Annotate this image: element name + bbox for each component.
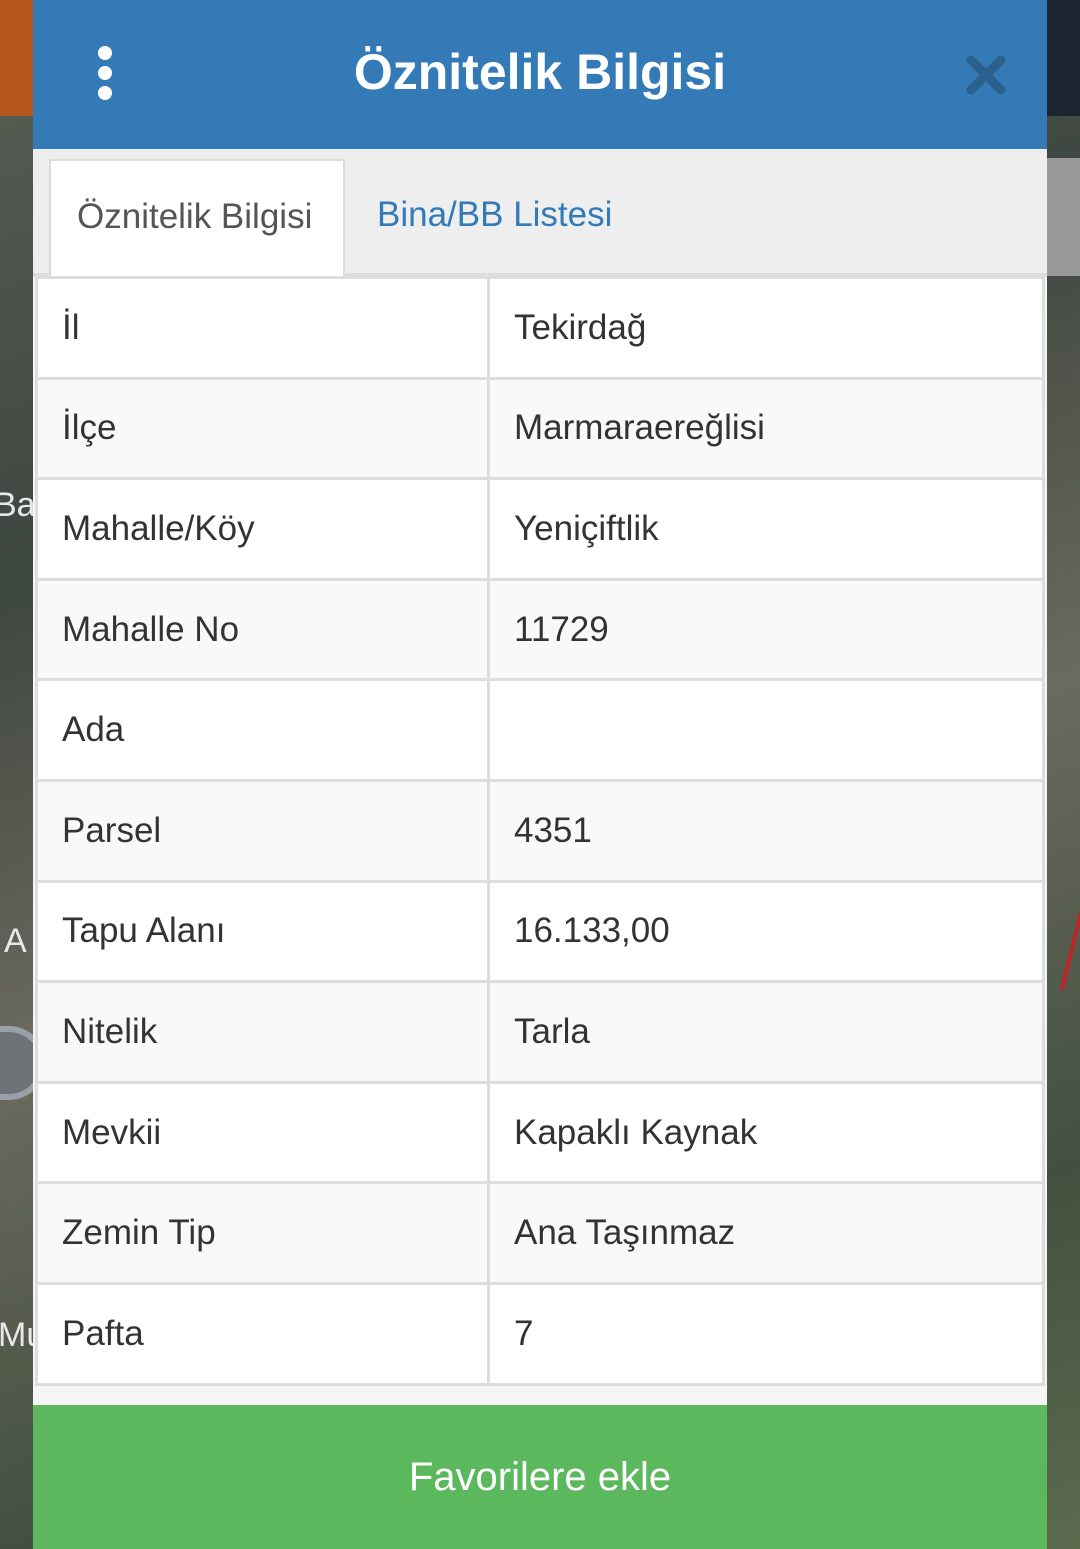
attribute-value: Ana Taşınmaz [487, 1181, 1045, 1285]
close-icon[interactable] [963, 52, 1009, 98]
table-row: Nitelik Tarla [35, 980, 1045, 1084]
table-row: Zemin Tip Ana Taşınmaz [35, 1181, 1045, 1285]
table-row: Pafta 7 [35, 1281, 1045, 1386]
attribute-value: 11729 [487, 577, 1045, 682]
add-to-favorites-button[interactable]: Favorilere ekle [33, 1405, 1047, 1549]
attribute-label: Parsel [35, 778, 490, 883]
attribute-value: 7 [487, 1281, 1045, 1386]
attribute-label: Nitelik [35, 980, 490, 1084]
attribute-table: İl Tekirdağ İlçe Marmaraereğlisi Mahalle/Köy… [35, 276, 1045, 1386]
attribute-label: Pafta [35, 1281, 490, 1386]
attribute-label: Zemin Tip [35, 1181, 490, 1285]
attribute-label: İl [35, 276, 490, 380]
table-row: Parsel 4351 [35, 778, 1045, 883]
attribute-label: Ada [35, 678, 490, 782]
table-row: Mahalle No 11729 [35, 577, 1045, 682]
attribute-value: Tekirdağ [487, 276, 1045, 380]
table-row: İlçe Marmaraereğlisi [35, 376, 1045, 481]
tab-bar: Öznitelik Bilgisi Bina/BB Listesi [33, 149, 1047, 277]
tab-building-list[interactable]: Bina/BB Listesi [351, 159, 638, 277]
map-side-panel [1046, 158, 1080, 276]
table-row: Mevkii Kapaklı Kaynak [35, 1080, 1045, 1185]
attribute-value: 16.133,00 [487, 879, 1045, 984]
modal-header: Öznitelik Bilgisi [33, 0, 1047, 149]
map-toolbar-left [0, 0, 34, 116]
table-row: İl Tekirdağ [35, 276, 1045, 380]
attribute-value: Tarla [487, 980, 1045, 1084]
modal-title: Öznitelik Bilgisi [353, 44, 727, 100]
tab-attribute-info[interactable]: Öznitelik Bilgisi [49, 159, 345, 277]
table-row: Tapu Alanı 16.133,00 [35, 879, 1045, 984]
attribute-value: Marmaraereğlisi [487, 376, 1045, 481]
attribute-label: Mahalle/Köy [35, 477, 490, 581]
attribute-label: Mahalle No [35, 577, 490, 682]
map-label: Ba [0, 486, 36, 524]
attribute-value: 4351 [487, 778, 1045, 883]
attribute-label: Tapu Alanı [35, 879, 490, 984]
attribute-value: Yeniçiftlik [487, 477, 1045, 581]
attribute-value [487, 678, 1045, 782]
attribute-label: İlçe [35, 376, 490, 481]
table-row: Ada [35, 678, 1045, 782]
map-toolbar-right [1046, 0, 1080, 116]
attribute-value: Kapaklı Kaynak [487, 1080, 1045, 1185]
table-row: Mahalle/Köy Yeniçiftlik [35, 477, 1045, 581]
attribute-label: Mevkii [35, 1080, 490, 1185]
attribute-info-modal: Öznitelik Bilgisi Öznitelik Bilgisi Bina… [33, 0, 1047, 1549]
map-label: A [4, 922, 27, 960]
